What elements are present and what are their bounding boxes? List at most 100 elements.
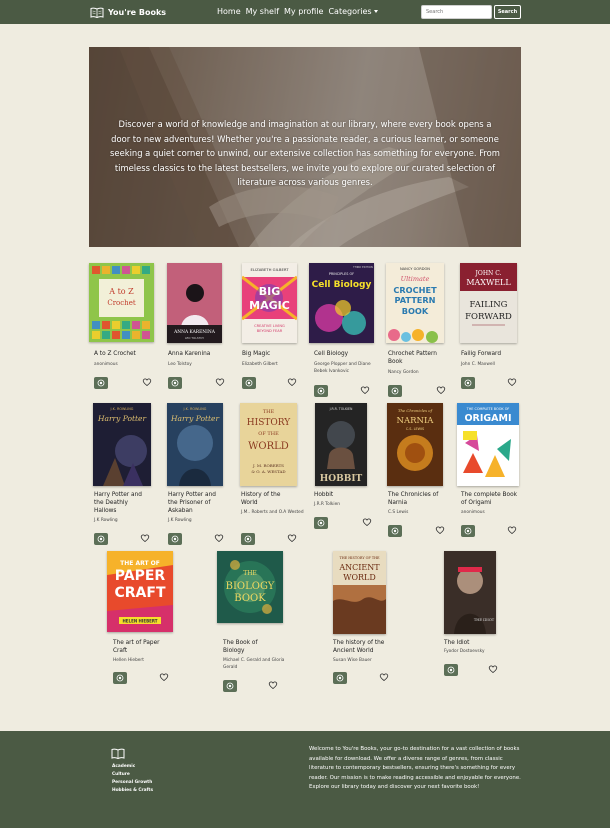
book-card[interactable]: THE IDIOT bbox=[444, 551, 512, 634]
book-title[interactable]: History of the World bbox=[241, 491, 297, 507]
nav-my-profile-link[interactable]: My profile bbox=[284, 7, 323, 16]
book-cover[interactable]: PRINCIPLES OF Cell Biology THIRD EDITION bbox=[309, 263, 374, 343]
book-icon bbox=[90, 7, 104, 18]
view-book-button[interactable] bbox=[168, 533, 182, 545]
heart-icon[interactable] bbox=[287, 533, 297, 543]
view-book-button[interactable] bbox=[314, 517, 328, 529]
book-card[interactable]: A to Z Crochet bbox=[89, 263, 157, 342]
book-cover[interactable]: J.K. ROWLING Harry Potter bbox=[93, 403, 151, 486]
book-cover[interactable]: THE COMPLETE BOOK OF ORIGAMI bbox=[457, 403, 519, 486]
book-title[interactable]: Harry Potter and the Prisoner of Askaban bbox=[168, 491, 224, 515]
nav-home-link[interactable]: Home bbox=[217, 7, 241, 16]
book-title[interactable]: The Idiot bbox=[444, 639, 500, 647]
view-book-button[interactable] bbox=[388, 385, 402, 397]
book-card[interactable]: J.R.R. TOLKIEN HOBBIT bbox=[315, 403, 383, 486]
heart-icon[interactable] bbox=[142, 377, 152, 387]
book-title[interactable]: Failig Forward bbox=[461, 350, 523, 358]
cover-text: JOHN C. bbox=[475, 270, 502, 277]
footer-category-link[interactable]: Hobbies & Crafts bbox=[112, 788, 153, 793]
book-title[interactable]: The history of the Ancient World bbox=[333, 639, 389, 655]
book-card[interactable]: ANNA KARENINA LEO TOLSTOY bbox=[167, 263, 235, 343]
heart-icon[interactable] bbox=[379, 672, 389, 682]
book-title[interactable]: The Book of Biology bbox=[223, 639, 279, 655]
brand-link[interactable]: You're Books bbox=[90, 5, 166, 19]
heart-icon[interactable] bbox=[215, 377, 225, 387]
book-title[interactable]: The Chronicles of Narnia bbox=[388, 491, 448, 507]
heart-icon[interactable] bbox=[362, 517, 372, 527]
book-card[interactable]: J.K. ROWLING Harry Potter bbox=[167, 403, 235, 486]
heart-icon[interactable] bbox=[287, 377, 297, 387]
heart-icon[interactable] bbox=[488, 664, 498, 674]
book-card[interactable]: THE COMPLETE BOOK OF ORIGAMI bbox=[457, 403, 525, 486]
view-book-button[interactable] bbox=[242, 377, 256, 389]
book-card[interactable]: THE HISTORY OF THE ANCIENT WORLD bbox=[333, 551, 401, 634]
heart-icon[interactable] bbox=[507, 377, 517, 387]
view-book-button[interactable] bbox=[94, 377, 108, 389]
book-cover[interactable]: THE ART OF PAPER CRAFT HELEN HIEBERT bbox=[107, 551, 173, 632]
view-book-button[interactable] bbox=[168, 377, 182, 389]
book-cover[interactable]: THE BIOLOGY BOOK bbox=[217, 551, 283, 623]
view-book-button[interactable] bbox=[94, 533, 108, 545]
book-cover[interactable]: THE HISTORY OF THE ANCIENT WORLD bbox=[333, 551, 386, 634]
book-title[interactable]: Big Magic bbox=[242, 350, 304, 358]
view-book-button[interactable] bbox=[223, 680, 237, 692]
heart-icon[interactable] bbox=[436, 385, 446, 395]
footer-category-link[interactable]: Culture bbox=[112, 772, 153, 777]
view-book-button[interactable] bbox=[444, 664, 458, 676]
book-card[interactable]: THE ART OF PAPER CRAFT HELEN HIEBERT bbox=[107, 551, 175, 632]
cover-text: THE COMPLETE BOOK OF bbox=[466, 407, 510, 411]
search-input[interactable] bbox=[421, 5, 492, 19]
book-card[interactable]: ELIZABETH GILBERT BIG MAGIC CREATIVE LIV… bbox=[242, 263, 310, 343]
heart-icon[interactable] bbox=[435, 525, 445, 535]
cover-text: ANNA KARENINA bbox=[173, 330, 216, 335]
book-cover[interactable]: J.R.R. TOLKIEN HOBBIT bbox=[315, 403, 367, 486]
view-book-button[interactable] bbox=[113, 672, 127, 684]
book-cover[interactable]: JOHN C. MAXWELL FAILING FORWARD bbox=[460, 263, 517, 343]
book-title[interactable]: The complete Book of Origami bbox=[461, 491, 517, 507]
heart-icon[interactable] bbox=[159, 672, 169, 682]
book-card[interactable]: The Chronicles of NARNIA C.S. LEWIS bbox=[387, 403, 455, 486]
heart-icon[interactable] bbox=[268, 680, 278, 690]
footer-category-link[interactable]: Academic bbox=[112, 764, 153, 769]
book-title[interactable]: A to Z Crochet bbox=[94, 350, 156, 358]
view-book-button[interactable] bbox=[314, 385, 328, 397]
book-cover[interactable]: THE IDIOT bbox=[444, 551, 496, 634]
book-cover[interactable]: ELIZABETH GILBERT BIG MAGIC CREATIVE LIV… bbox=[242, 263, 297, 343]
view-book-button[interactable] bbox=[388, 525, 402, 537]
view-book-button[interactable] bbox=[461, 525, 475, 537]
book-cover[interactable]: ANNA KARENINA LEO TOLSTOY bbox=[167, 263, 222, 343]
book-card[interactable]: JOHN C. MAXWELL FAILING FORWARD bbox=[460, 263, 528, 343]
book-title[interactable]: Hobbit bbox=[314, 491, 370, 499]
book-author: C.S Lewis bbox=[388, 510, 409, 515]
book-cover[interactable]: J.K. ROWLING Harry Potter bbox=[167, 403, 223, 486]
brand-name: You're Books bbox=[108, 7, 167, 17]
book-title[interactable]: Cell Biology bbox=[314, 350, 376, 358]
book-title[interactable]: Anna Karenina bbox=[168, 350, 230, 358]
book-cover[interactable]: The Chronicles of NARNIA C.S. LEWIS bbox=[387, 403, 443, 486]
book-cover[interactable]: A to Z Crochet bbox=[89, 263, 154, 342]
book-card[interactable]: THE BIOLOGY BOOK bbox=[217, 551, 285, 623]
categories-label: Categories bbox=[328, 7, 372, 16]
book-cover[interactable]: THE HISTORY OF THE WORLD J. M. ROBERTS &… bbox=[240, 403, 297, 486]
view-book-button[interactable] bbox=[241, 533, 255, 545]
book-author: J.K Rowling bbox=[94, 518, 118, 523]
search-button[interactable]: Search bbox=[494, 5, 521, 19]
nav-my-shelf-link[interactable]: My shelf bbox=[246, 7, 279, 16]
heart-icon[interactable] bbox=[140, 533, 150, 543]
book-title[interactable]: Harry Potter and the Deathly Hallows bbox=[94, 491, 150, 515]
book-card[interactable]: THE HISTORY OF THE WORLD J. M. ROBERTS &… bbox=[240, 403, 308, 486]
book-cover[interactable]: NANCY GORDON Ultimate CROCHET PATTERN BO… bbox=[386, 263, 444, 343]
footer-category-link[interactable]: Personal Growth bbox=[112, 780, 153, 785]
nav-categories-dropdown[interactable]: Categories bbox=[328, 7, 378, 16]
view-book-button[interactable] bbox=[333, 672, 347, 684]
heart-icon[interactable] bbox=[214, 533, 224, 543]
book-title[interactable]: The art of Paper Craft bbox=[113, 639, 169, 655]
book-card[interactable]: PRINCIPLES OF Cell Biology THIRD EDITION bbox=[309, 263, 377, 343]
book-title[interactable]: Chrochet Pattern Book bbox=[388, 350, 450, 366]
book-author: George Plopper and Diane Bebek Ivankovic bbox=[314, 362, 371, 374]
view-book-button[interactable] bbox=[461, 377, 475, 389]
book-card[interactable]: NANCY GORDON Ultimate CROCHET PATTERN BO… bbox=[386, 263, 454, 343]
book-card[interactable]: J.K. ROWLING Harry Potter bbox=[93, 403, 161, 486]
heart-icon[interactable] bbox=[360, 385, 370, 395]
heart-icon[interactable] bbox=[507, 525, 517, 535]
